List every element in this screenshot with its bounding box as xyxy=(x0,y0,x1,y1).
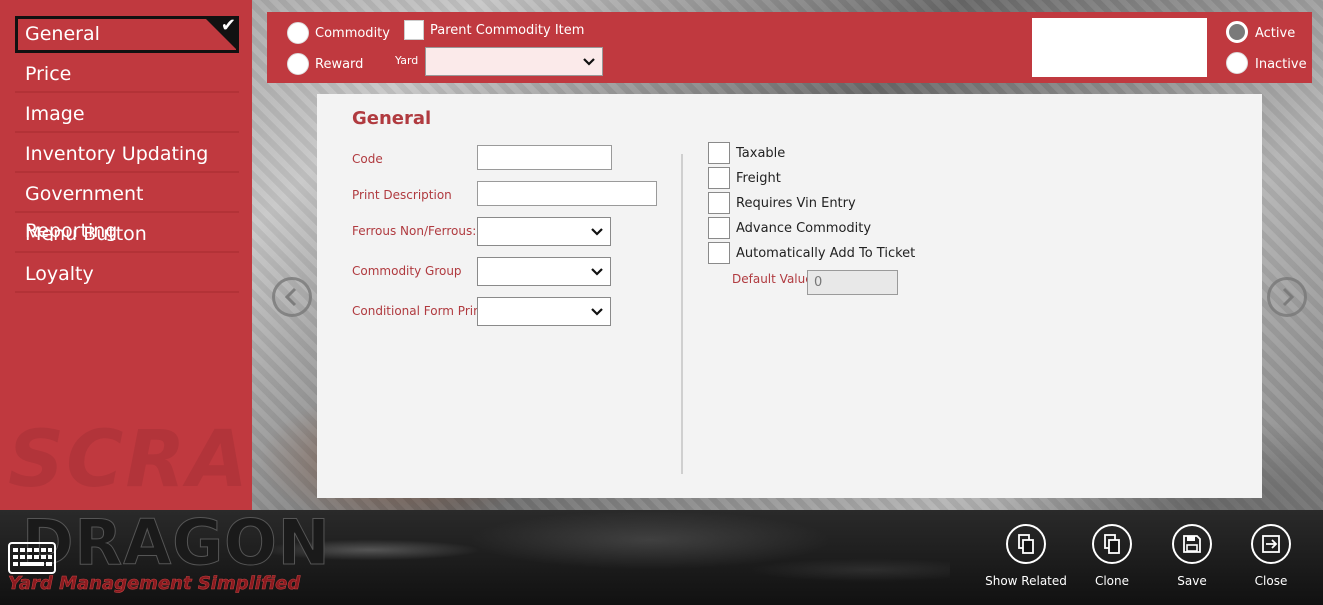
active-radio[interactable] xyxy=(1226,21,1248,43)
floppy-disk-icon xyxy=(1172,524,1212,564)
sidebar-item-label: General xyxy=(25,23,100,45)
sidebar-item-government-reporting[interactable]: Government Reporting xyxy=(15,176,239,242)
sidebar: SCRAP General ✔ Price Image Inventory Up… xyxy=(0,0,252,510)
parent-commodity-checkbox[interactable] xyxy=(404,20,424,40)
sidebar-item-label: Image xyxy=(25,103,85,125)
sidebar-item-menu-button[interactable]: Menu Button xyxy=(15,216,239,253)
logo-text: DRAGON xyxy=(22,510,331,580)
inactive-label: Inactive xyxy=(1255,57,1307,72)
code-input[interactable] xyxy=(477,145,612,170)
commodity-group-label: Commodity Group xyxy=(352,264,462,278)
copy-icon xyxy=(1092,524,1132,564)
chevron-down-icon xyxy=(591,227,603,236)
sidebar-item-label: Menu Button xyxy=(25,223,147,245)
commodity-radio[interactable] xyxy=(287,22,309,44)
taxable-label: Taxable xyxy=(736,146,786,161)
column-divider xyxy=(681,154,683,474)
reward-radio[interactable] xyxy=(287,53,309,75)
checkmark-icon: ✔ xyxy=(220,15,236,36)
footer-artwork xyxy=(250,510,950,605)
save-button[interactable]: Save xyxy=(1147,524,1237,588)
inactive-radio[interactable] xyxy=(1226,52,1248,74)
chevron-down-icon xyxy=(591,267,603,276)
print-description-input[interactable] xyxy=(477,181,657,206)
code-label: Code xyxy=(352,152,383,166)
yard-select[interactable] xyxy=(425,47,603,76)
commodity-image-box[interactable] xyxy=(1032,18,1207,77)
taxable-checkbox[interactable] xyxy=(708,142,730,164)
requires-vin-entry-checkbox[interactable] xyxy=(708,192,730,214)
sidebar-watermark: SCRAP xyxy=(8,415,252,505)
next-arrow-button[interactable] xyxy=(1267,277,1307,317)
close-label: Close xyxy=(1254,574,1288,588)
parent-commodity-label: Parent Commodity Item xyxy=(430,23,585,38)
default-value-label: Default Value xyxy=(732,272,813,286)
logo-tagline: Yard Management Simplified xyxy=(8,573,301,595)
reward-label: Reward xyxy=(315,57,364,72)
sidebar-item-inventory-updating[interactable]: Inventory Updating xyxy=(15,136,239,173)
show-related-button[interactable]: Show Related xyxy=(981,524,1071,588)
auto-add-to-ticket-checkbox[interactable] xyxy=(708,242,730,264)
previous-arrow-button[interactable] xyxy=(272,277,312,317)
top-bar: Commodity Reward Parent Commodity Item Y… xyxy=(267,12,1312,83)
bottom-bar: DRAGON Yard Management Simplified Show R… xyxy=(0,510,1323,605)
chevron-down-icon xyxy=(591,307,603,316)
conditional-form-print-label: Conditional Form Print xyxy=(352,304,486,318)
commodity-label: Commodity xyxy=(315,26,390,41)
save-label: Save xyxy=(1177,574,1207,588)
panel-title: General xyxy=(352,108,432,129)
close-button[interactable]: Close xyxy=(1226,524,1316,588)
keyboard-icon[interactable] xyxy=(8,542,56,574)
clone-button[interactable]: Clone xyxy=(1067,524,1157,588)
clone-label: Clone xyxy=(1094,574,1130,588)
chevron-left-icon xyxy=(284,287,297,307)
sidebar-item-loyalty[interactable]: Loyalty xyxy=(15,256,239,293)
chevron-down-icon xyxy=(583,57,595,66)
sidebar-item-label: Price xyxy=(25,63,72,85)
sidebar-item-image[interactable]: Image xyxy=(15,96,239,133)
auto-add-to-ticket-label: Automatically Add To Ticket xyxy=(736,246,916,261)
conditional-form-print-select[interactable] xyxy=(477,297,611,326)
general-panel: General Code Print Description Ferrous N… xyxy=(317,94,1262,498)
freight-label: Freight xyxy=(736,171,781,186)
requires-vin-entry-label: Requires Vin Entry xyxy=(736,196,856,211)
exit-icon xyxy=(1251,524,1291,564)
chevron-right-icon xyxy=(1282,287,1295,307)
ferrous-label: Ferrous Non/Ferrous: xyxy=(352,224,477,238)
sidebar-item-label: Inventory Updating xyxy=(25,143,209,165)
sidebar-item-general[interactable]: General ✔ xyxy=(15,16,239,53)
freight-checkbox[interactable] xyxy=(708,167,730,189)
advance-commodity-checkbox[interactable] xyxy=(708,217,730,239)
active-label: Active xyxy=(1255,26,1296,41)
commodity-group-select[interactable] xyxy=(477,257,611,286)
show-related-label: Show Related xyxy=(985,574,1067,588)
ferrous-select[interactable] xyxy=(477,217,611,246)
advance-commodity-label: Advance Commodity xyxy=(736,221,872,236)
yard-label: Yard xyxy=(395,54,419,67)
sidebar-item-price[interactable]: Price xyxy=(15,56,239,93)
sidebar-item-label: Loyalty xyxy=(25,263,94,285)
documents-icon xyxy=(1006,524,1046,564)
default-value-input[interactable]: 0 xyxy=(807,270,898,295)
print-description-label: Print Description xyxy=(352,188,452,202)
